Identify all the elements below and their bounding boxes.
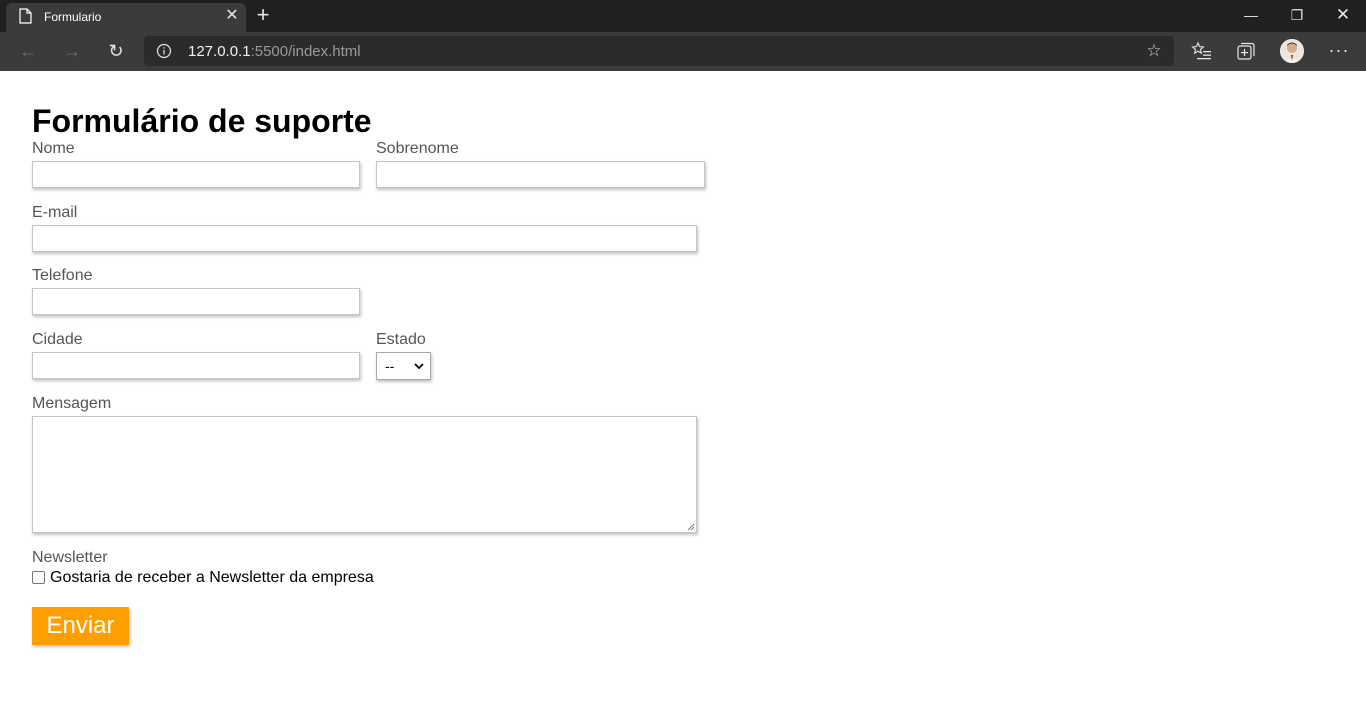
resize-grip-icon[interactable]	[686, 522, 695, 531]
url-host: 127.0.0.1	[188, 43, 251, 60]
new-tab-button[interactable]: +	[250, 4, 276, 28]
tab-strip: Formulario ✕ + — ❐ ✕	[0, 0, 1366, 32]
info-icon[interactable]	[156, 43, 172, 59]
url-path: :5500/index.html	[250, 43, 361, 60]
email-input[interactable]	[32, 225, 697, 252]
newsletter-label: Newsletter	[32, 549, 108, 566]
favorites-list-icon[interactable]	[1191, 40, 1213, 62]
estado-select[interactable]: --	[376, 352, 431, 380]
reload-button[interactable]: ↻	[101, 36, 131, 66]
chevron-down-icon	[414, 363, 424, 370]
cidade-label: Cidade	[32, 331, 83, 348]
submit-button[interactable]: Enviar	[32, 607, 129, 645]
favorite-star-icon[interactable]: ☆	[1144, 41, 1164, 61]
nome-label: Nome	[32, 140, 75, 157]
restore-button[interactable]: ❐	[1274, 0, 1320, 30]
browser-toolbar: ← → ↻ 127.0.0.1:5500/index.html ☆ ···	[0, 32, 1366, 71]
telefone-input[interactable]	[32, 288, 360, 315]
estado-label: Estado	[376, 331, 426, 348]
browser-tab[interactable]: Formulario ✕	[6, 3, 246, 32]
tab-close-icon[interactable]: ✕	[222, 6, 242, 26]
telefone-label: Telefone	[32, 267, 93, 284]
sobrenome-input[interactable]	[376, 161, 705, 188]
nome-input[interactable]	[32, 161, 360, 188]
document-icon	[19, 8, 32, 24]
tab-title: Formulario	[44, 10, 102, 24]
cidade-input[interactable]	[32, 352, 360, 379]
page-content: Formulário de suporte Nome Sobrenome E-m…	[0, 71, 1366, 728]
back-button[interactable]: ←	[13, 36, 43, 66]
avatar-image-icon	[1280, 39, 1304, 63]
profile-avatar[interactable]	[1280, 39, 1304, 63]
forward-button[interactable]: →	[57, 36, 87, 66]
close-window-button[interactable]: ✕	[1320, 0, 1366, 30]
minimize-button[interactable]: —	[1228, 0, 1274, 30]
address-bar[interactable]: 127.0.0.1:5500/index.html ☆	[144, 36, 1174, 66]
email-label: E-mail	[32, 204, 78, 221]
url-text[interactable]: 127.0.0.1:5500/index.html	[188, 43, 361, 60]
settings-more-button[interactable]: ···	[1324, 36, 1354, 66]
collections-icon[interactable]	[1235, 40, 1257, 62]
mensagem-textarea[interactable]	[32, 416, 697, 533]
mensagem-label: Mensagem	[32, 395, 112, 412]
form-title: Formulário de suporte	[32, 103, 372, 139]
sobrenome-label: Sobrenome	[376, 140, 459, 157]
newsletter-checkbox[interactable]	[32, 571, 45, 584]
estado-selected-value: --	[385, 358, 395, 374]
newsletter-checkbox-label[interactable]: Gostaria de receber a Newsletter da empr…	[50, 569, 374, 587]
